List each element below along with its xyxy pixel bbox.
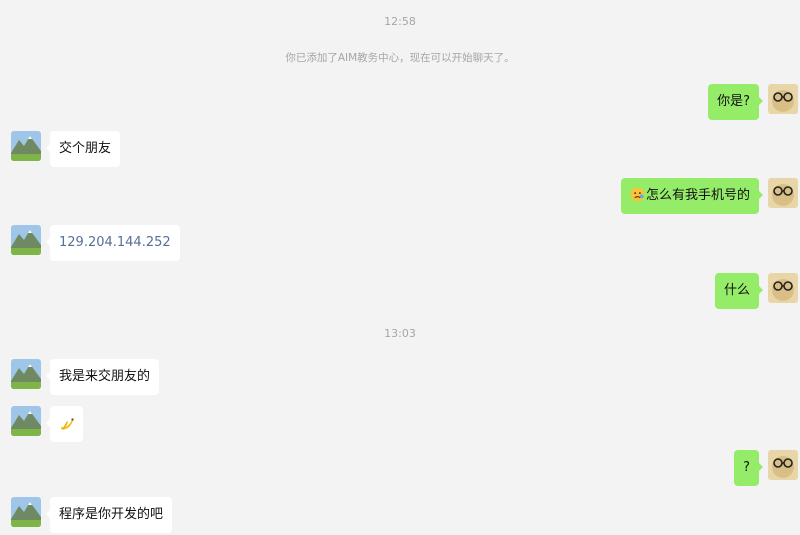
message-row-received xyxy=(0,406,800,446)
message-bubble-received[interactable]: 程序是你开发的吧 xyxy=(45,497,173,533)
message-row-sent: 你是? xyxy=(0,84,800,124)
message-text: 怎么有我手机号的 xyxy=(645,188,750,203)
message-text: 程序是你开发的吧 xyxy=(59,507,164,522)
message-bubble-sent[interactable]: 你是? xyxy=(708,84,763,120)
message-bubble-received[interactable] xyxy=(46,406,83,442)
message-link[interactable]: 129.204.144.252 xyxy=(59,235,171,250)
message-bubble-received[interactable]: 129.204.144.252 xyxy=(46,225,180,261)
my-avatar[interactable] xyxy=(768,178,798,208)
contact-avatar[interactable] xyxy=(11,359,41,389)
message-row-sent: 怎么有我手机号的 xyxy=(0,178,800,218)
message-bubble-sent[interactable]: 什么 xyxy=(714,273,764,309)
message-bubble-received[interactable]: 我是来交朋友的 xyxy=(45,359,160,395)
my-avatar[interactable] xyxy=(768,84,798,114)
my-avatar[interactable] xyxy=(768,273,798,303)
contact-avatar[interactable] xyxy=(11,497,41,527)
message-row-received: 129.204.144.252 xyxy=(0,225,800,265)
message-bubble-sent[interactable]: ? xyxy=(734,450,763,486)
message-row-received: 程序是你开发的吧 xyxy=(0,497,800,535)
message-text: 你是? xyxy=(717,94,750,109)
message-text: 交个朋友 xyxy=(59,141,112,156)
timestamp: 12:58 xyxy=(384,15,416,28)
timestamp: 13:03 xyxy=(384,327,416,340)
message-row-received: 我是来交朋友的 xyxy=(0,359,800,399)
message-row-sent: ? xyxy=(0,450,800,490)
banana-emoji-icon xyxy=(61,418,74,430)
system-notice: 你已添加了AIM教务中心，现在可以开始聊天了。 xyxy=(285,52,515,64)
contact-avatar[interactable] xyxy=(11,225,41,255)
contact-avatar[interactable] xyxy=(11,406,41,436)
my-avatar[interactable] xyxy=(768,450,798,480)
message-text: 什么 xyxy=(723,283,750,298)
message-row-sent: 什么 xyxy=(0,273,800,313)
message-text: 我是来交朋友的 xyxy=(59,369,151,384)
message-bubble-received[interactable]: 交个朋友 xyxy=(45,131,121,167)
message-row-received: 交个朋友 xyxy=(0,131,800,171)
message-bubble-sent[interactable]: 怎么有我手机号的 xyxy=(620,178,764,214)
frowning-face-emoji-icon xyxy=(630,187,645,202)
chat-message-area: 12:58 你已添加了AIM教务中心，现在可以开始聊天了。 你是? 交个朋友 怎… xyxy=(0,0,800,535)
message-text: ? xyxy=(743,460,750,475)
contact-avatar[interactable] xyxy=(11,131,41,161)
